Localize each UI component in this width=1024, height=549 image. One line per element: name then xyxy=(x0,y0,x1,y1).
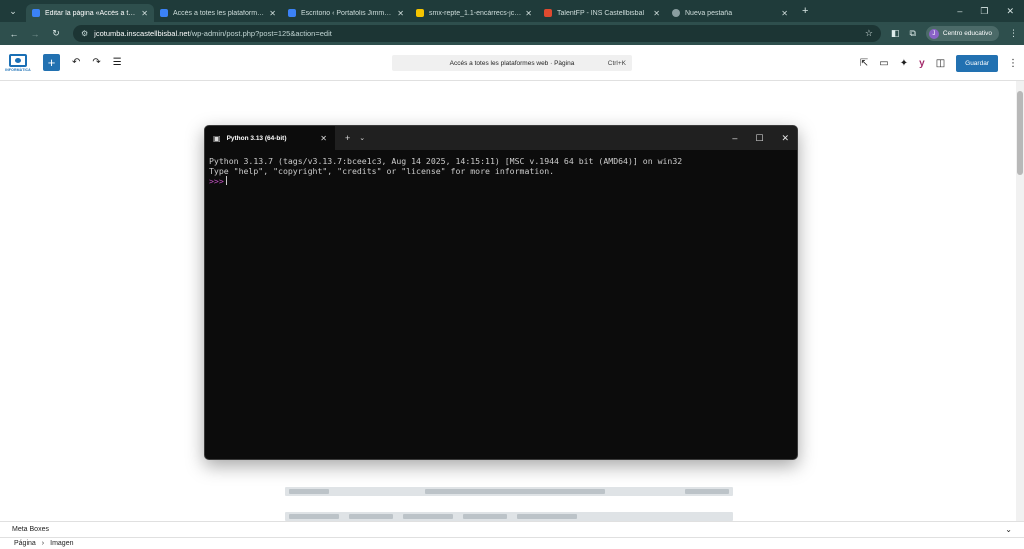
terminal-tab-close-icon[interactable]: ✕ xyxy=(320,134,327,143)
tab-close-icon[interactable]: ✕ xyxy=(781,9,788,18)
extension-icon[interactable]: ◧ xyxy=(891,28,900,39)
undo-icon[interactable]: ↶ xyxy=(72,57,80,68)
save-button[interactable]: Guardar xyxy=(956,54,998,72)
avatar: J xyxy=(928,28,939,39)
terminal-output[interactable]: Python 3.13.7 (tags/v3.13.7:bcee1c3, Aug… xyxy=(205,150,797,192)
tab-favicon-icon xyxy=(32,9,40,17)
command-bar-title: Accés a totes les plataformes web · Pàgi… xyxy=(449,59,575,67)
profile-button[interactable]: J Centro educativo xyxy=(925,26,1000,41)
browser-tab-6[interactable]: Nueva pestaña ✕ xyxy=(666,4,794,22)
tab-label: Accés a totes les plataformes web xyxy=(173,9,265,17)
python-terminal-window[interactable]: ▣ Python 3.13 (64-bit) ✕ + ⌄ – ☐ ✕ Pytho… xyxy=(204,125,798,460)
terminal-tab[interactable]: ▣ Python 3.13 (64-bit) ✕ xyxy=(205,126,335,150)
yoast-seo-icon[interactable]: y xyxy=(919,58,925,69)
url-host: jcotumba.inscastellbisbal.net xyxy=(94,29,190,38)
minimize-icon[interactable]: – xyxy=(957,6,962,17)
embedded-image-tabbar xyxy=(285,512,733,521)
chevron-right-icon: › xyxy=(41,540,45,547)
python-prompt: >>> xyxy=(209,176,224,186)
browser-tab-strip: ⌄ Editar la página «Accés a totes les ✕ … xyxy=(0,0,1024,22)
site-info-icon[interactable]: ⚙ xyxy=(81,29,88,38)
terminal-new-tab-icon[interactable]: + xyxy=(345,133,350,143)
view-page-external-icon[interactable]: ⇱ xyxy=(860,58,868,69)
browser-tab-5[interactable]: TalentFP - INS Castellbisbal ✕ xyxy=(538,4,666,22)
tab-favicon-icon xyxy=(544,9,552,17)
embedded-image-taskbar xyxy=(285,487,733,496)
tab-close-icon[interactable]: ✕ xyxy=(397,9,404,18)
close-window-icon[interactable]: ✕ xyxy=(1006,6,1014,17)
text-cursor xyxy=(225,176,227,185)
tab-close-icon[interactable]: ✕ xyxy=(653,9,660,18)
back-arrow-icon[interactable]: ← xyxy=(6,29,22,39)
terminal-line: Type "help", "copyright", "credits" or "… xyxy=(209,166,555,176)
header-actions: ⇱ ▭ ✦ y ◫ Guardar ⋮ xyxy=(860,45,1018,81)
profile-label: Centro educativo xyxy=(942,30,993,37)
tab-favicon-icon xyxy=(160,9,168,17)
restore-icon[interactable]: ❐ xyxy=(980,6,988,17)
tab-favicon-icon xyxy=(416,9,424,17)
block-breadcrumb: Página › Imagen xyxy=(0,537,1024,549)
tab-favicon-icon xyxy=(672,9,680,17)
terminal-window-controls: – ☐ ✕ xyxy=(732,126,789,150)
settings-sidebar-icon[interactable]: ◫ xyxy=(936,58,945,69)
tab-label: Editar la página «Accés a totes les xyxy=(45,9,137,17)
tab-favicon-icon xyxy=(288,9,296,17)
tab-label: Nueva pestaña xyxy=(685,9,733,17)
plugin-icon[interactable]: ✦ xyxy=(900,58,908,69)
meta-boxes-label: Meta Boxes xyxy=(12,526,49,533)
monitor-icon xyxy=(9,53,27,67)
browser-tab-1[interactable]: Editar la página «Accés a totes les ✕ xyxy=(26,4,154,22)
chevron-down-icon[interactable]: ⌄ xyxy=(1005,525,1012,534)
logo-label: INFORMÀTICA xyxy=(5,67,31,72)
redo-icon[interactable]: ↷ xyxy=(92,57,100,68)
tab-close-icon[interactable]: ✕ xyxy=(269,9,276,18)
command-palette-bar[interactable]: Accés a totes les plataformes web · Pàgi… xyxy=(392,55,632,71)
options-menu-icon[interactable]: ⋮ xyxy=(1008,58,1018,69)
terminal-titlebar: ▣ Python 3.13 (64-bit) ✕ + ⌄ – ☐ ✕ xyxy=(205,126,797,150)
tab-search-chevron-icon[interactable]: ⌄ xyxy=(4,2,22,20)
terminal-icon: ▣ xyxy=(213,133,221,143)
browser-tab-3[interactable]: Escritorio ‹ Portafolis Jimmy Co ✕ xyxy=(282,4,410,22)
meta-boxes-panel[interactable]: Meta Boxes ⌄ xyxy=(0,521,1024,537)
reload-icon[interactable]: ↻ xyxy=(48,28,64,39)
address-bar[interactable]: ⚙ jcotumba.inscastellbisbal.net /wp-admi… xyxy=(73,25,881,42)
canvas-scrollbar[interactable] xyxy=(1016,81,1024,521)
site-logo[interactable]: INFORMÀTICA xyxy=(0,45,36,81)
editor-header: INFORMÀTICA + ↶ ↷ ☰ Accés a totes les pl… xyxy=(0,45,1024,81)
command-bar-shortcut: Ctrl+K xyxy=(607,59,626,67)
browser-tab-4[interactable]: smx-repte_1.1-encàrrecs-jcotu ✕ xyxy=(410,4,538,22)
tab-close-icon[interactable]: ✕ xyxy=(525,9,532,18)
breadcrumb-block[interactable]: Imagen xyxy=(50,540,73,547)
browser-toolbar: ← → ↻ ⚙ jcotumba.inscastellbisbal.net /w… xyxy=(0,22,1024,45)
extensions-puzzle-icon[interactable]: ⧉ xyxy=(909,28,915,39)
terminal-close-icon[interactable]: ✕ xyxy=(781,133,789,144)
terminal-tab-title: Python 3.13 (64-bit) xyxy=(226,134,287,142)
tab-close-icon[interactable]: ✕ xyxy=(141,9,148,18)
scrollbar-thumb[interactable] xyxy=(1017,91,1023,175)
new-tab-plus-icon[interactable]: + xyxy=(802,5,808,17)
forward-arrow-icon[interactable]: → xyxy=(27,29,43,39)
bookmark-star-icon[interactable]: ☆ xyxy=(865,28,873,39)
url-path: /wp-admin/post.php?post=125&action=edit xyxy=(189,29,332,38)
document-overview-icon[interactable]: ☰ xyxy=(113,57,122,68)
terminal-prompt-line[interactable]: >>> xyxy=(209,176,793,186)
terminal-dropdown-icon[interactable]: ⌄ xyxy=(359,134,365,142)
add-block-button[interactable]: + xyxy=(43,54,60,71)
tab-label: Escritorio ‹ Portafolis Jimmy Co xyxy=(301,9,394,17)
tab-label: smx-repte_1.1-encàrrecs-jcotu xyxy=(429,9,522,17)
breadcrumb-page[interactable]: Página xyxy=(14,540,36,547)
terminal-line: Python 3.13.7 (tags/v3.13.7:bcee1c3, Aug… xyxy=(209,156,683,166)
browser-tab-2[interactable]: Accés a totes les plataformes web ✕ xyxy=(154,4,282,22)
browser-menu-icon[interactable]: ⋮ xyxy=(1009,28,1018,39)
device-preview-icon[interactable]: ▭ xyxy=(879,58,888,69)
terminal-maximize-icon[interactable]: ☐ xyxy=(755,133,763,144)
terminal-minimize-icon[interactable]: – xyxy=(732,133,737,143)
window-controls: – ❐ ✕ xyxy=(957,6,1024,17)
tab-label: TalentFP - INS Castellbisbal xyxy=(557,9,645,17)
